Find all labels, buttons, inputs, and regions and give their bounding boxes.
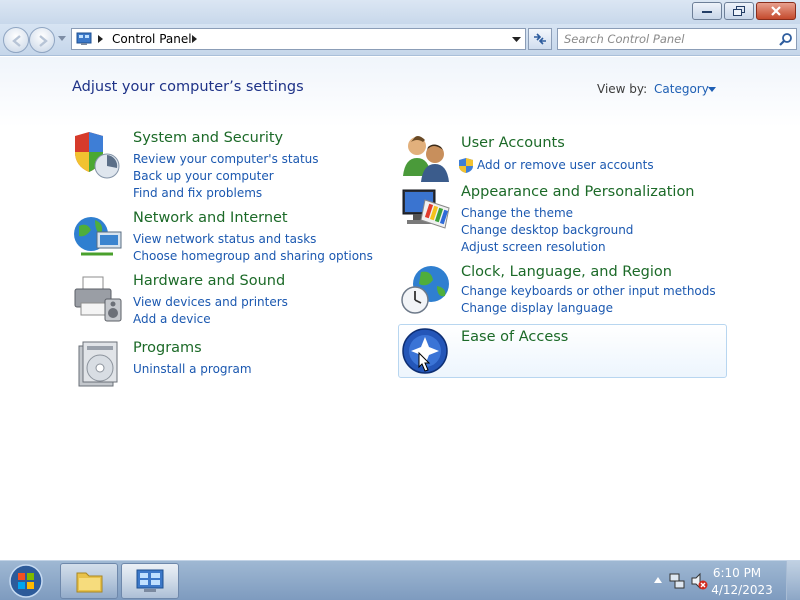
forward-button[interactable] — [29, 27, 55, 53]
forward-arrow-icon — [39, 35, 48, 47]
link-network-status[interactable]: View network status and tasks — [133, 231, 373, 248]
view-by-dropdown[interactable]: Category — [654, 82, 709, 96]
breadcrumb-control-panel[interactable]: Control Panel — [112, 32, 192, 46]
view-by-dropdown-icon[interactable] — [708, 87, 716, 92]
link-back-up[interactable]: Back up your computer — [133, 168, 319, 185]
restore-button[interactable] — [724, 2, 754, 20]
show-desktop-button[interactable] — [786, 561, 800, 600]
category-ease-of-access: Ease of Access — [401, 327, 721, 377]
category-network-and-internet: Network and Internet View network status… — [73, 210, 373, 265]
category-title[interactable]: Programs — [133, 340, 202, 356]
address-dropdown-icon[interactable] — [512, 37, 521, 43]
printer-icon[interactable] — [73, 273, 125, 325]
link-add-remove-accounts-label[interactable]: Add or remove user accounts — [477, 158, 654, 172]
view-by-label: View by: — [597, 82, 648, 96]
monitor-palette-icon[interactable] — [401, 184, 453, 236]
link-find-fix-problems[interactable]: Find and fix problems — [133, 185, 319, 202]
start-button[interactable] — [6, 563, 46, 599]
navigation-bar: Control Panel — [0, 24, 800, 56]
taskbar-windows-explorer[interactable] — [60, 563, 118, 599]
category-programs: Programs Uninstall a program — [73, 340, 373, 390]
back-arrow-icon — [12, 35, 21, 47]
title-bar — [0, 0, 800, 24]
category-title[interactable]: System and Security — [133, 130, 283, 146]
control-panel-icon — [76, 32, 92, 45]
back-button[interactable] — [3, 27, 29, 53]
refresh-button[interactable] — [528, 28, 552, 50]
breadcrumb-separator-icon[interactable] — [192, 35, 198, 43]
category-title[interactable]: User Accounts — [461, 135, 565, 151]
breadcrumb-separator-icon[interactable] — [98, 35, 104, 43]
control-panel-icon — [136, 569, 164, 592]
search-box[interactable] — [557, 28, 797, 50]
category-title[interactable]: Clock, Language, and Region — [461, 264, 672, 280]
show-hidden-icons-icon[interactable] — [654, 577, 662, 583]
search-input[interactable] — [564, 31, 769, 47]
clock-globe-icon[interactable] — [401, 264, 453, 316]
category-clock-language-region: Clock, Language, and Region Change keybo… — [401, 264, 721, 319]
link-add-device[interactable]: Add a device — [133, 311, 288, 328]
page-title: Adjust your computer’s settings — [72, 79, 304, 95]
folder-icon — [76, 572, 103, 593]
programs-disc-icon[interactable] — [73, 340, 125, 392]
close-button[interactable] — [756, 2, 796, 20]
search-icon[interactable] — [778, 32, 793, 47]
link-review-status[interactable]: Review your computer's status — [133, 151, 319, 168]
minimize-icon — [702, 11, 712, 13]
link-add-remove-accounts[interactable]: Add or remove user accounts — [459, 157, 654, 174]
link-change-theme[interactable]: Change the theme — [461, 205, 633, 222]
users-icon[interactable] — [401, 132, 453, 184]
category-system-and-security: System and Security Review your computer… — [73, 130, 373, 200]
link-desktop-background[interactable]: Change desktop background — [461, 222, 633, 239]
network-globe-icon[interactable] — [73, 210, 125, 262]
restore-icon — [733, 6, 745, 16]
link-uninstall-program[interactable]: Uninstall a program — [133, 361, 252, 378]
category-title[interactable]: Ease of Access — [461, 329, 568, 345]
category-title[interactable]: Appearance and Personalization — [461, 184, 695, 200]
minimize-button[interactable] — [692, 2, 722, 20]
uac-shield-icon — [459, 158, 473, 173]
address-bar[interactable]: Control Panel — [71, 28, 526, 50]
window-controls — [692, 2, 796, 20]
link-screen-resolution[interactable]: Adjust screen resolution — [461, 239, 633, 256]
category-hardware-and-sound: Hardware and Sound View devices and prin… — [73, 273, 373, 328]
clock-time[interactable]: 6:10 PM — [702, 566, 772, 580]
taskbar: 6:10 PM 4/12/2023 — [0, 560, 800, 600]
notification-area: 6:10 PM 4/12/2023 — [635, 561, 800, 600]
close-icon — [771, 6, 781, 16]
category-title[interactable]: Hardware and Sound — [133, 273, 285, 289]
category-appearance-and-personalization: Appearance and Personalization Change th… — [401, 184, 721, 254]
shield-icon[interactable] — [73, 130, 125, 182]
category-title[interactable]: Network and Internet — [133, 210, 288, 226]
link-homegroup-sharing[interactable]: Choose homegroup and sharing options — [133, 248, 373, 265]
clock-date[interactable]: 4/12/2023 — [707, 583, 777, 597]
taskbar-control-panel[interactable] — [121, 563, 179, 599]
ease-of-access-icon[interactable] — [401, 327, 453, 379]
link-display-language[interactable]: Change display language — [461, 300, 716, 317]
link-devices-printers[interactable]: View devices and printers — [133, 294, 288, 311]
network-tray-icon[interactable] — [668, 572, 686, 590]
control-panel-content: Adjust your computer’s settings View by:… — [0, 57, 800, 560]
refresh-icon — [534, 33, 546, 45]
recent-pages-dropdown-icon[interactable] — [58, 36, 66, 42]
windows-logo-icon — [9, 564, 43, 598]
category-user-accounts: User Accounts Add or remove user account… — [401, 132, 721, 182]
link-keyboards-input[interactable]: Change keyboards or other input methods — [461, 283, 716, 300]
